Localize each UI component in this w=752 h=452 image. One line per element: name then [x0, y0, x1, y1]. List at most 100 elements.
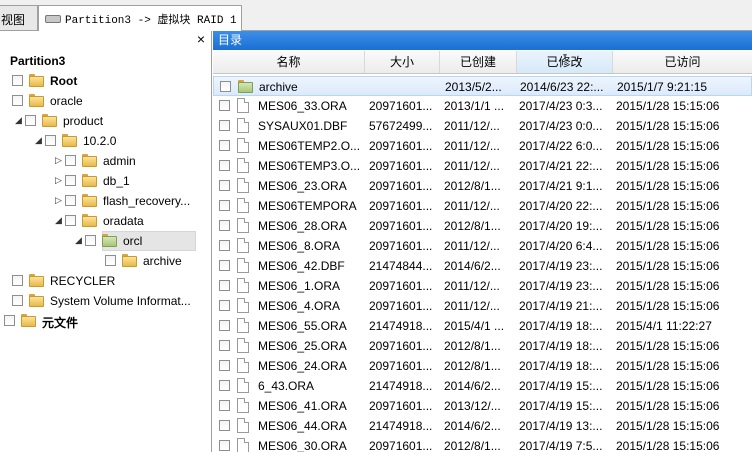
- file-row[interactable]: MES06TEMPORA 20971601... 2011/12/... 2017/4…: [213, 196, 752, 216]
- file-name: MES06TEMPORA: [258, 199, 357, 213]
- file-name: MES06_42.DBF: [258, 259, 345, 273]
- file-row-checkbox[interactable]: [219, 180, 230, 191]
- file-icon: [237, 358, 249, 373]
- expand-arrow-icon[interactable]: ▷: [55, 175, 63, 186]
- file-row-checkbox[interactable]: [219, 220, 230, 231]
- file-row[interactable]: MES06_1.ORA 20971601... 2011/12/... 2017/4/…: [213, 276, 752, 296]
- tree-node[interactable]: Partition3: [0, 51, 211, 71]
- file-row[interactable]: MES06_8.ORA 20971601... 2011/12/... 2017/4/…: [213, 236, 752, 256]
- tree-node-checkbox[interactable]: [85, 235, 96, 246]
- tree-node-checkbox[interactable]: [65, 195, 76, 206]
- file-row-checkbox[interactable]: [219, 400, 230, 411]
- file-modified: 2017/4/21 22:...: [519, 159, 603, 173]
- file-modified: 2017/4/22 6:0...: [519, 139, 603, 153]
- file-row[interactable]: archive 2013/5/2... 2014/6/23 22:... 2015/1…: [213, 76, 752, 96]
- tree-node[interactable]: Root: [0, 71, 211, 91]
- file-row-checkbox[interactable]: [219, 100, 230, 111]
- tree-node-checkbox[interactable]: [65, 155, 76, 166]
- file-row-checkbox[interactable]: [219, 360, 230, 371]
- collapse-arrow-icon[interactable]: ◢: [55, 215, 63, 226]
- file-accessed: 2015/1/28 15:15:06: [616, 279, 720, 293]
- file-row[interactable]: MES06_28.ORA 20971601... 2012/8/1... 2017/4…: [213, 216, 752, 236]
- file-row-checkbox[interactable]: [219, 440, 230, 451]
- file-row[interactable]: MES06_55.ORA 21474918... 2015/4/1 ... 2017/…: [213, 316, 752, 336]
- collapse-arrow-icon[interactable]: ◢: [75, 235, 83, 246]
- tree-node-checkbox[interactable]: [12, 75, 23, 86]
- tree-node-checkbox[interactable]: [12, 295, 23, 306]
- tree-node[interactable]: RECYCLER: [0, 271, 211, 291]
- file-icon: [237, 338, 249, 353]
- file-row[interactable]: MES06_4.ORA 20971601... 2011/12/... 2017/4/…: [213, 296, 752, 316]
- file-icon: [237, 438, 249, 452]
- file-icon: [237, 178, 249, 193]
- file-row[interactable]: 6_43.ORA 21474918... 2014/6/2... 2017/4/19 …: [213, 376, 752, 396]
- tree-node[interactable]: ◢ orcl: [0, 231, 211, 251]
- file-created: 2014/6/2...: [444, 379, 501, 393]
- file-row[interactable]: SYSAUX01.DBF 57672499... 2011/12/... 2017/4…: [213, 116, 752, 136]
- file-list-panel: 目录 名称 大小 已创建 ▼ 已修改 已访问 archive 2013/5/2..…: [213, 31, 752, 452]
- expand-arrow-icon[interactable]: ▷: [55, 155, 63, 166]
- file-row-checkbox[interactable]: [219, 260, 230, 271]
- tree-node[interactable]: ▷ flash_recovery...: [0, 191, 211, 211]
- file-row[interactable]: MES06_42.DBF 21474844... 2014/6/2... 2017/4…: [213, 256, 752, 276]
- tree-node[interactable]: oracle: [0, 91, 211, 111]
- file-row-checkbox[interactable]: [219, 320, 230, 331]
- file-row-checkbox[interactable]: [219, 300, 230, 311]
- tree-node[interactable]: ◢ product: [0, 111, 211, 131]
- file-row[interactable]: MES06_33.ORA 20971601... 2013/1/1 ... 2017/…: [213, 96, 752, 116]
- column-name[interactable]: 名称: [213, 51, 365, 73]
- tree-node[interactable]: ◢ oradata: [0, 211, 211, 231]
- tree-node-checkbox[interactable]: [65, 175, 76, 186]
- column-modified[interactable]: ▼ 已修改: [517, 51, 613, 73]
- tree-node[interactable]: 元文件: [0, 311, 211, 331]
- column-accessed[interactable]: 已访问: [613, 51, 752, 73]
- tree-node-checkbox[interactable]: [45, 135, 56, 146]
- tree-node[interactable]: ◢ 10.2.0: [0, 131, 211, 151]
- tab-view[interactable]: 视图: [0, 5, 38, 30]
- tree-node[interactable]: archive: [0, 251, 211, 271]
- file-row[interactable]: MES06TEMP3.O... 20971601... 2011/12/... 201…: [213, 156, 752, 176]
- tree-node-checkbox[interactable]: [12, 95, 23, 106]
- file-row-checkbox[interactable]: [219, 120, 230, 131]
- tree-node-label: admin: [103, 154, 136, 168]
- close-icon[interactable]: ×: [197, 32, 205, 46]
- collapse-arrow-icon[interactable]: ◢: [35, 135, 43, 146]
- file-row-checkbox[interactable]: [219, 340, 230, 351]
- file-modified: 2017/4/19 7:5...: [519, 439, 603, 452]
- column-size[interactable]: 大小: [365, 51, 440, 73]
- tree-node-checkbox[interactable]: [12, 275, 23, 286]
- column-created[interactable]: 已创建: [440, 51, 517, 73]
- file-row-checkbox[interactable]: [219, 200, 230, 211]
- file-row-checkbox[interactable]: [220, 81, 231, 92]
- file-row-checkbox[interactable]: [219, 240, 230, 251]
- file-row-checkbox[interactable]: [219, 140, 230, 151]
- tree-node-checkbox[interactable]: [65, 215, 76, 226]
- tree-node-checkbox[interactable]: [105, 255, 116, 266]
- tree-node-checkbox[interactable]: [4, 315, 15, 326]
- file-row[interactable]: MES06TEMP2.O... 20971601... 2011/12/... 201…: [213, 136, 752, 156]
- file-row[interactable]: MES06_24.ORA 20971601... 2012/8/1... 2017/4…: [213, 356, 752, 376]
- tab-partition[interactable]: Partition3 -> 虚拟块 RAID 1: [38, 5, 242, 31]
- file-row[interactable]: MES06_30.ORA 20971601... 2012/8/1... 2017/4…: [213, 436, 752, 452]
- file-size: 20971601...: [369, 279, 433, 293]
- tree-node[interactable]: System Volume Informat...: [0, 291, 211, 311]
- file-row[interactable]: MES06_25.ORA 20971601... 2012/8/1... 2017/4…: [213, 336, 752, 356]
- file-row-checkbox[interactable]: [219, 280, 230, 291]
- file-row-checkbox[interactable]: [219, 160, 230, 171]
- file-accessed: 2015/1/28 15:15:06: [616, 399, 720, 413]
- file-row[interactable]: MES06_23.ORA 20971601... 2012/8/1... 2017/4…: [213, 176, 752, 196]
- file-size: 21474918...: [369, 319, 433, 333]
- file-row-checkbox[interactable]: [219, 420, 230, 431]
- tree-node[interactable]: ▷ admin: [0, 151, 211, 171]
- tree-node[interactable]: ▷ db_1: [0, 171, 211, 191]
- file-modified: 2017/4/19 18:...: [519, 339, 603, 353]
- collapse-arrow-icon[interactable]: ◢: [15, 115, 23, 126]
- expand-arrow-icon[interactable]: ▷: [55, 195, 63, 206]
- file-row[interactable]: MES06_41.ORA 20971601... 2013/12/... 2017/4…: [213, 396, 752, 416]
- folder-icon: [82, 194, 97, 207]
- file-row[interactable]: MES06_44.ORA 21474918... 2014/6/2... 2017/4…: [213, 416, 752, 436]
- tree-node-checkbox[interactable]: [25, 115, 36, 126]
- file-name: MES06_25.ORA: [258, 339, 347, 353]
- file-row-checkbox[interactable]: [219, 380, 230, 391]
- folder-icon: [29, 294, 44, 307]
